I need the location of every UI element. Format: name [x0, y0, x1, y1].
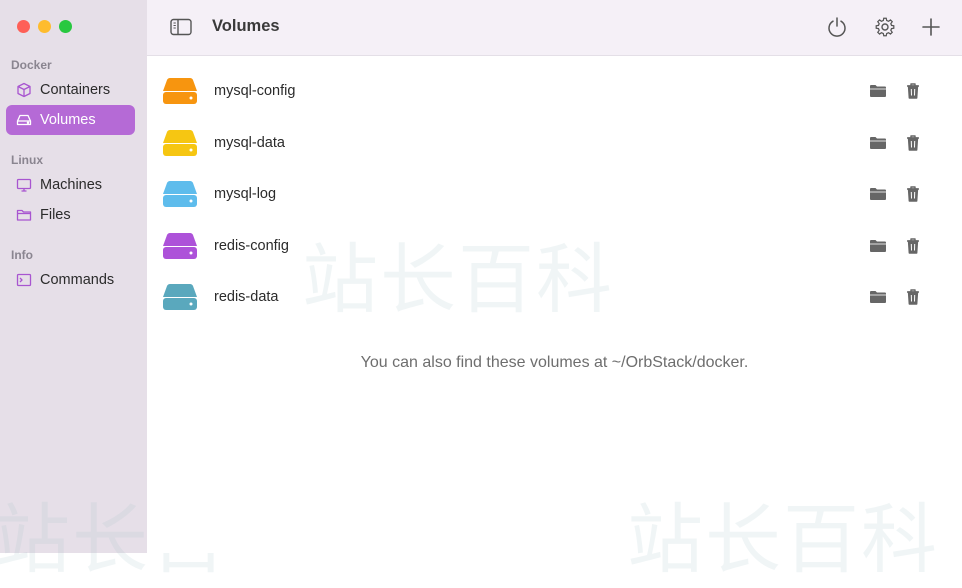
- gear-icon[interactable]: [872, 14, 898, 40]
- volume-name: mysql-log: [214, 186, 277, 202]
- sidebar-item-label: Volumes: [40, 112, 96, 128]
- volume-drive-icon: [163, 78, 197, 104]
- terminal-icon: [15, 271, 33, 289]
- row-actions: [869, 134, 922, 152]
- folder-icon[interactable]: [869, 82, 887, 100]
- trash-icon[interactable]: [904, 134, 922, 152]
- volume-drive-icon: [163, 233, 197, 259]
- trash-icon[interactable]: [904, 82, 922, 100]
- toolbar: Volumes: [147, 0, 962, 56]
- volume-name: redis-data: [214, 289, 279, 305]
- watermark: 站长百科: [627, 495, 939, 584]
- sidebar: Docker Containers Volumes Linux Machines…: [0, 0, 226, 584]
- sidebar-item-commands[interactable]: Commands: [6, 265, 135, 295]
- close-window-button[interactable]: [17, 20, 30, 33]
- volume-drive-icon: [163, 130, 197, 156]
- folder-icon[interactable]: [869, 237, 887, 255]
- volume-drive-icon: [163, 181, 197, 207]
- volume-row[interactable]: mysql-config: [161, 71, 941, 111]
- power-icon[interactable]: [824, 14, 850, 40]
- zoom-window-button[interactable]: [59, 20, 72, 33]
- sidebar-item-label: Containers: [40, 82, 111, 98]
- volume-drive-icon: [163, 284, 197, 310]
- add-icon[interactable]: [918, 14, 944, 40]
- monitor-icon: [15, 176, 33, 194]
- sidebar-item-machines[interactable]: Machines: [6, 170, 135, 200]
- sidebar-item-files[interactable]: Files: [6, 200, 135, 230]
- row-actions: [869, 288, 922, 306]
- sidebar-section-linux: Linux: [11, 153, 43, 167]
- volume-row[interactable]: redis-data: [161, 277, 941, 317]
- sidebar-item-label: Commands: [40, 272, 115, 288]
- app-window: Docker Containers Volumes Linux Machines…: [0, 0, 962, 584]
- row-actions: [869, 237, 922, 255]
- trash-icon[interactable]: [904, 288, 922, 306]
- sidebar-item-label: Machines: [40, 177, 103, 193]
- main-panel: Volumes mysql-configmysql-datamysql-lo: [147, 0, 962, 584]
- volume-row[interactable]: mysql-data: [161, 123, 941, 163]
- row-actions: [869, 185, 922, 203]
- volumes-location-hint: You can also find these volumes at ~/Orb…: [360, 354, 749, 371]
- drive-icon: [15, 111, 33, 129]
- sidebar-section-info: Info: [11, 248, 33, 262]
- folder-icon: [15, 206, 33, 224]
- row-actions: [869, 82, 922, 100]
- sidebar-item-label: Files: [40, 207, 71, 223]
- trash-icon[interactable]: [904, 185, 922, 203]
- sidebar-item-containers[interactable]: Containers: [6, 75, 135, 105]
- page-title: Volumes: [212, 17, 280, 35]
- window-controls: [17, 20, 72, 33]
- folder-icon[interactable]: [869, 288, 887, 306]
- folder-icon[interactable]: [869, 134, 887, 152]
- volume-name: mysql-config: [214, 83, 296, 99]
- minimize-window-button[interactable]: [38, 20, 51, 33]
- folder-icon[interactable]: [869, 185, 887, 203]
- volume-name: mysql-data: [214, 135, 285, 151]
- sidebar-section-docker: Docker: [11, 58, 52, 72]
- trash-icon[interactable]: [904, 237, 922, 255]
- volume-row[interactable]: mysql-log: [161, 174, 941, 214]
- cube-icon: [15, 81, 33, 99]
- sidebar-item-volumes[interactable]: Volumes: [6, 105, 135, 135]
- volume-row[interactable]: redis-config: [161, 226, 941, 266]
- sidebar-toggle-icon[interactable]: [170, 16, 192, 38]
- volume-name: redis-config: [214, 238, 289, 254]
